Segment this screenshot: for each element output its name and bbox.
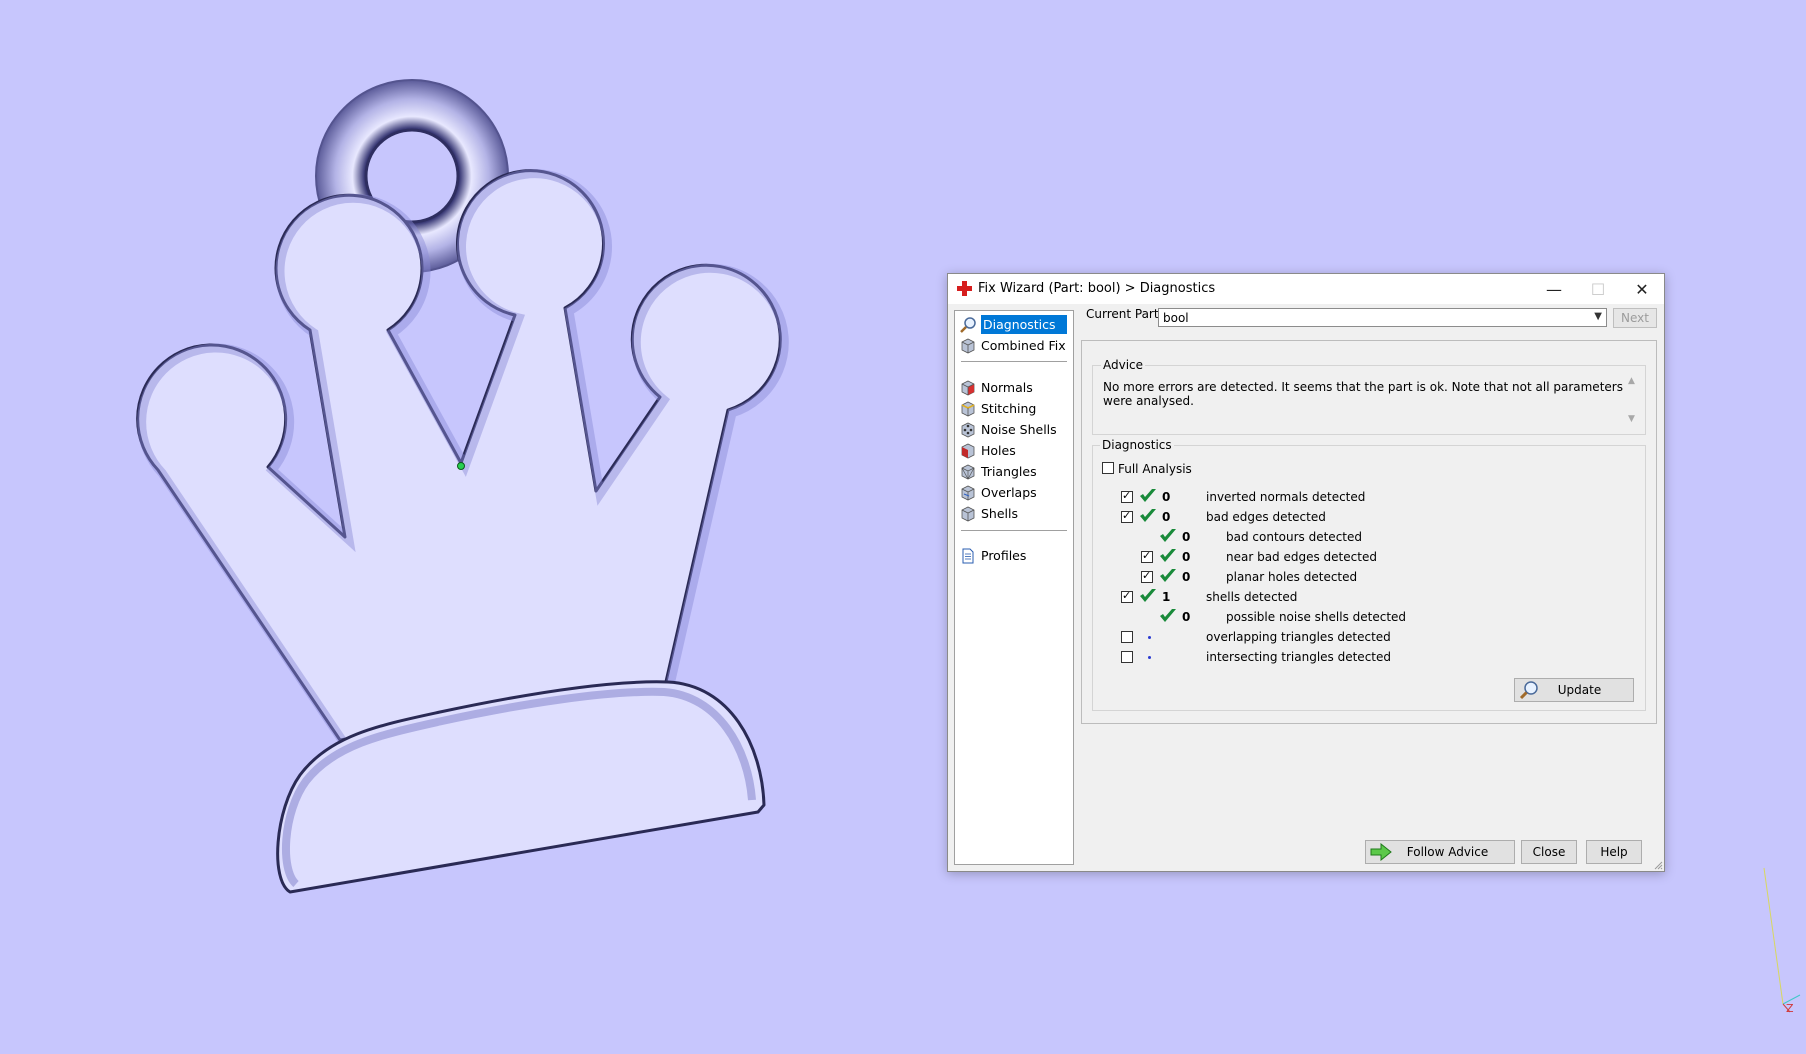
nav-label: Diagnostics	[981, 315, 1067, 334]
cube-dots-icon	[961, 422, 975, 437]
axis-y-line	[1763, 867, 1784, 1005]
pending-dot-icon	[1148, 636, 1151, 639]
help-button[interactable]: Help	[1586, 840, 1642, 864]
title-bar[interactable]: Fix Wizard (Part: bool) > Diagnostics — …	[948, 274, 1664, 304]
bad-contours-count: 0	[1182, 530, 1191, 544]
follow-advice-label: Follow Advice	[1406, 845, 1489, 859]
dialog-title: Fix Wizard (Part: bool) > Diagnostics	[978, 281, 1216, 296]
nav-item-combined-fix[interactable]: Combined Fix	[959, 335, 1069, 356]
green-check-icon	[1160, 529, 1176, 542]
green-check-icon	[1140, 489, 1156, 502]
nav-label: Triangles	[981, 464, 1037, 479]
cube-triangles-icon	[961, 464, 975, 479]
scroll-down-icon[interactable]: ▼	[1628, 414, 1635, 424]
wizard-nav: Diagnostics Combined Fix Normals Stitchi…	[954, 310, 1074, 865]
near-bad-edges-label: near bad edges detected	[1226, 550, 1377, 564]
current-part-label: Current Part:	[1086, 307, 1163, 321]
nav-item-diagnostics[interactable]: Diagnostics	[959, 314, 1069, 335]
overlapping-triangles-checkbox[interactable]	[1121, 631, 1133, 643]
nav-item-noise-shells[interactable]: Noise Shells	[959, 419, 1069, 440]
nav-item-normals[interactable]: Normals	[959, 377, 1069, 398]
bad-edges-count: 0	[1162, 510, 1171, 524]
planar-holes-count: 0	[1182, 570, 1191, 584]
cube-red-face-icon	[961, 380, 975, 395]
near-bad-edges-checkbox[interactable]	[1141, 549, 1153, 563]
nav-item-stitching[interactable]: Stitching	[959, 398, 1069, 419]
nav-label: Profiles	[981, 548, 1027, 563]
nav-separator	[961, 361, 1067, 362]
inverted-normals-label: inverted normals detected	[1206, 490, 1366, 504]
cube-stitch-icon	[961, 401, 975, 416]
update-button[interactable]: Update	[1514, 678, 1634, 702]
update-label: Update	[1557, 683, 1602, 697]
bad-edges-checkbox[interactable]	[1121, 509, 1133, 523]
axis-z-label: Z	[1786, 1002, 1794, 1015]
cube-shell-icon	[961, 506, 975, 521]
resize-grip-icon[interactable]	[1653, 860, 1663, 870]
next-button[interactable]: Next	[1613, 308, 1657, 328]
nav-item-triangles[interactable]: Triangles	[959, 461, 1069, 482]
bad-edges-label: bad edges detected	[1206, 510, 1326, 524]
green-check-icon	[1140, 589, 1156, 602]
green-check-icon	[1160, 609, 1176, 622]
green-check-icon	[1160, 549, 1176, 562]
nav-label: Normals	[981, 380, 1033, 395]
nav-separator	[961, 530, 1067, 531]
diagnostics-title: Diagnostics	[1100, 438, 1174, 452]
bad-contours-label: bad contours detected	[1226, 530, 1362, 544]
noise-shells-label: possible noise shells detected	[1226, 610, 1407, 624]
advice-text: No more errors are detected. It seems th…	[1103, 380, 1623, 408]
green-check-icon	[1160, 569, 1176, 582]
cube-hole-icon	[961, 443, 975, 458]
shells-checkbox[interactable]	[1121, 589, 1133, 603]
planar-holes-checkbox[interactable]	[1141, 569, 1153, 583]
magnifier-icon	[960, 316, 976, 333]
intersecting-triangles-label: intersecting triangles detected	[1206, 650, 1391, 664]
fix-wizard-dialog: Fix Wizard (Part: bool) > Diagnostics — …	[947, 273, 1665, 872]
minimize-button[interactable]: —	[1532, 274, 1576, 304]
cube-icon	[961, 338, 975, 353]
maximize-button[interactable]: ☐	[1576, 274, 1620, 304]
nav-label: Noise Shells	[981, 422, 1057, 437]
nav-label: Shells	[981, 506, 1019, 521]
cube-overlap-icon	[961, 485, 975, 500]
magnifier-icon	[1519, 681, 1538, 700]
full-analysis-checkbox[interactable]	[1102, 462, 1114, 474]
scroll-up-icon[interactable]: ▲	[1628, 376, 1635, 386]
nav-item-profiles[interactable]: Profiles	[959, 545, 1069, 566]
close-window-button[interactable]: ✕	[1620, 274, 1664, 304]
inverted-normals-count: 0	[1162, 490, 1171, 504]
nav-label: Combined Fix	[981, 338, 1066, 353]
advice-textbox[interactable]: No more errors are detected. It seems th…	[1095, 374, 1643, 430]
intersecting-triangles-checkbox[interactable]	[1121, 651, 1133, 663]
nav-item-holes[interactable]: Holes	[959, 440, 1069, 461]
near-bad-edges-count: 0	[1182, 550, 1191, 564]
green-check-icon	[1140, 509, 1156, 522]
nav-label: Stitching	[981, 401, 1037, 416]
inverted-normals-checkbox[interactable]	[1121, 489, 1133, 503]
document-icon	[962, 548, 974, 563]
chevron-down-icon: ▼	[1594, 311, 1602, 322]
nav-label: Overlaps	[981, 485, 1037, 500]
green-arrow-icon	[1370, 843, 1392, 861]
current-part-value: bool	[1163, 310, 1189, 325]
current-part-select[interactable]: bool ▼	[1158, 308, 1607, 327]
overlapping-triangles-label: overlapping triangles detected	[1206, 630, 1391, 644]
nav-label: Holes	[981, 443, 1016, 458]
nav-item-shells[interactable]: Shells	[959, 503, 1069, 524]
close-button[interactable]: Close	[1521, 840, 1577, 864]
shells-count: 1	[1162, 590, 1171, 604]
shells-label: shells detected	[1206, 590, 1298, 604]
advice-title: Advice	[1101, 358, 1146, 372]
pending-dot-icon	[1148, 656, 1151, 659]
planar-holes-label: planar holes detected	[1226, 570, 1358, 584]
noise-shells-count: 0	[1182, 610, 1191, 624]
follow-advice-button[interactable]: Follow Advice	[1365, 840, 1515, 864]
vertex-marker	[457, 462, 465, 470]
red-cross-icon	[957, 281, 972, 296]
full-analysis-label: Full Analysis	[1118, 462, 1192, 476]
nav-item-overlaps[interactable]: Overlaps	[959, 482, 1069, 503]
